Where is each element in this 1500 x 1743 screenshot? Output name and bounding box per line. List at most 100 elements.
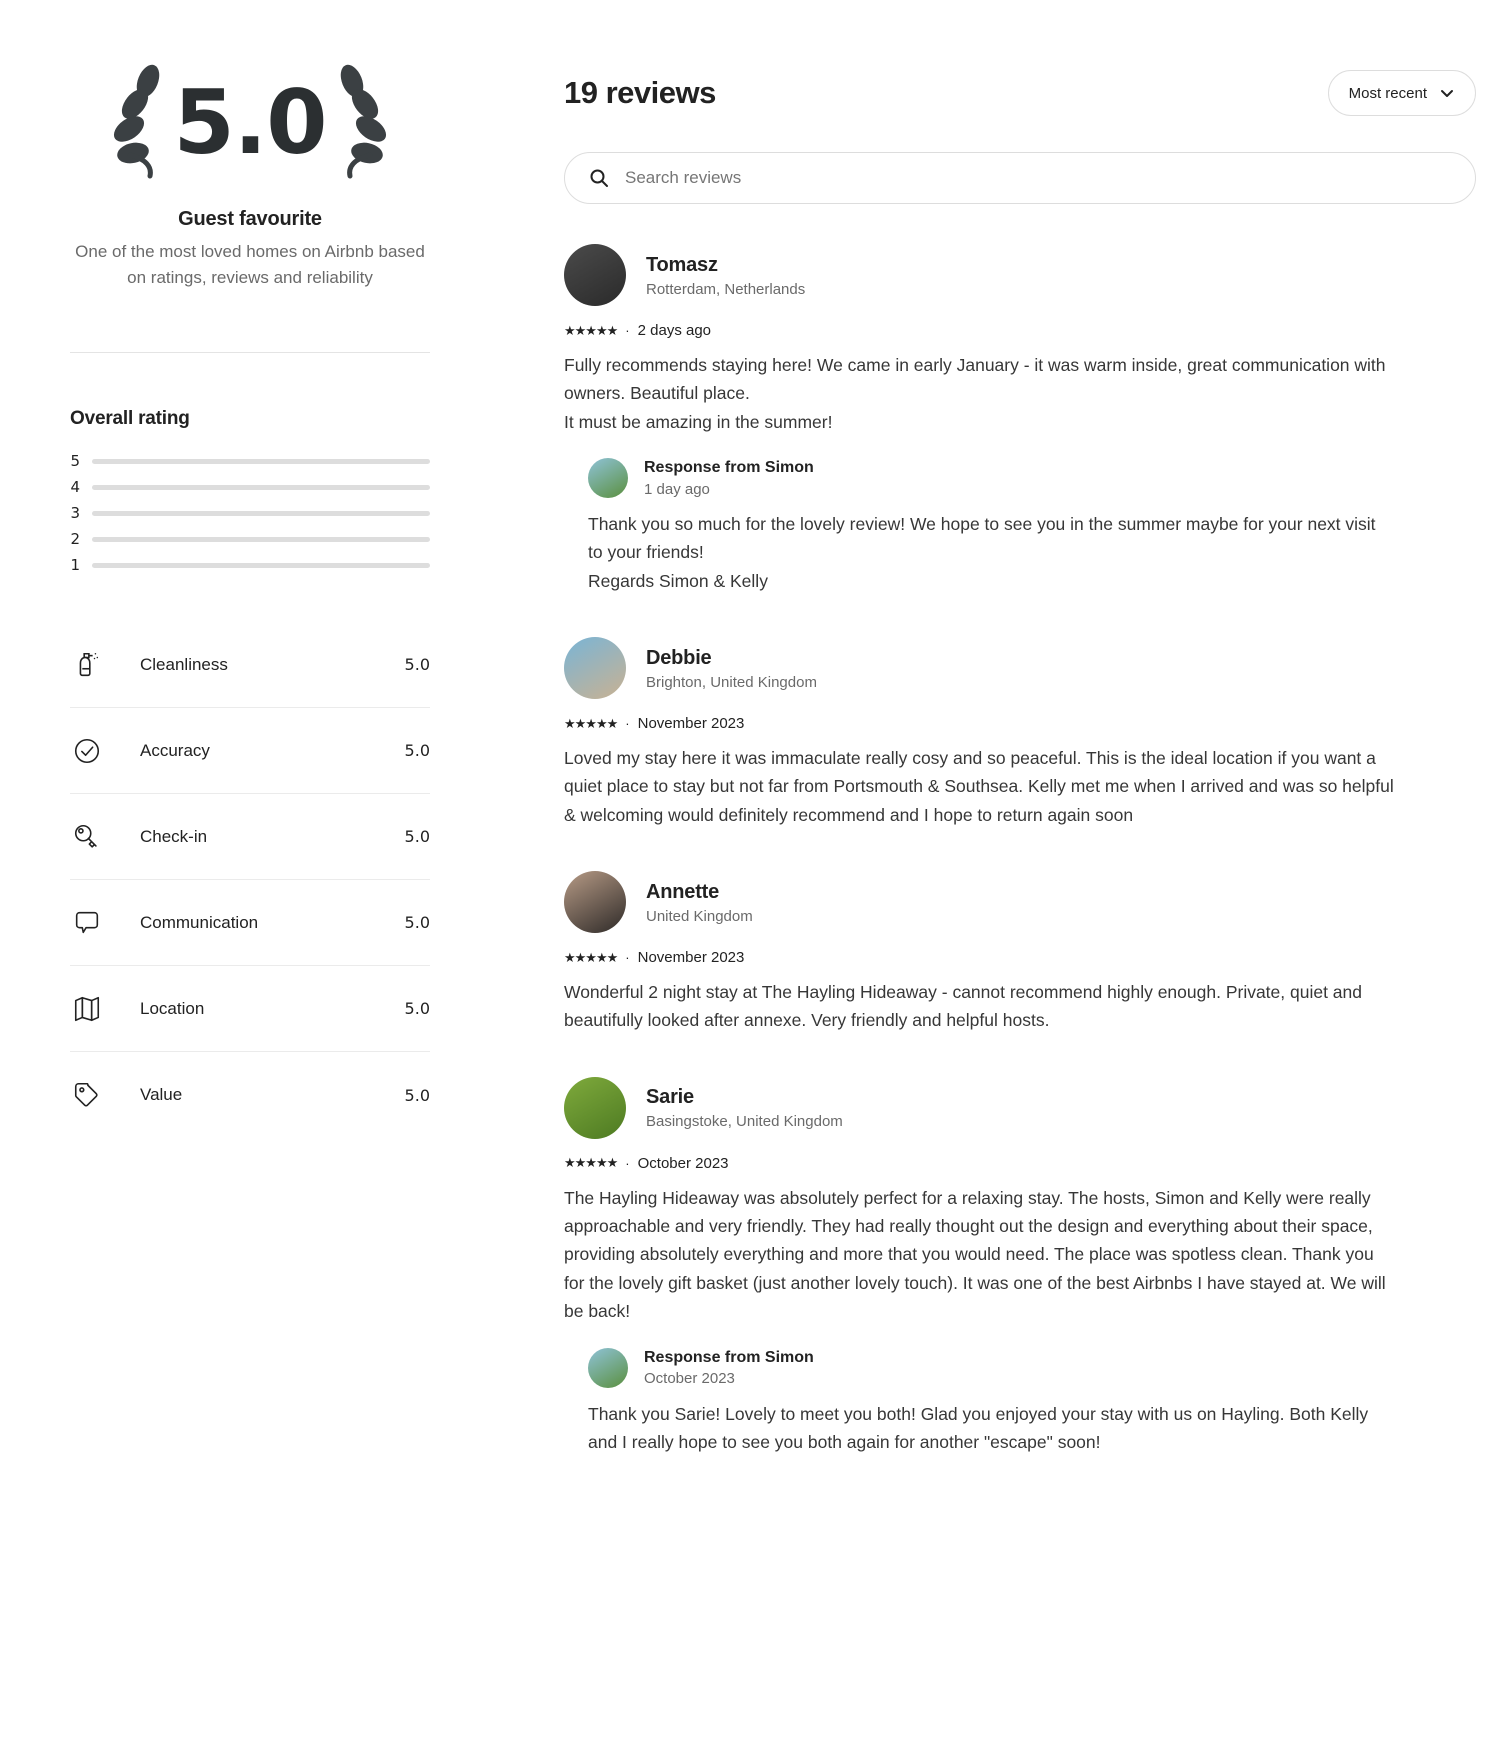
host-response-text: Thank you so much for the lovely review!… <box>588 514 1376 591</box>
reviews-panel: 19 reviews Most recent Tomasz Rotterdam,… <box>500 0 1500 1743</box>
category-value: 5.0 <box>404 827 430 846</box>
rating-bar-row: 3 <box>70 504 430 522</box>
search-input[interactable] <box>625 168 1451 188</box>
spray-bottle-icon <box>70 648 104 682</box>
score-row: 5.0 <box>70 55 430 190</box>
rating-bar-track <box>92 536 430 542</box>
rating-bar-row: 5 <box>70 452 430 470</box>
reviewer-location: United Kingdom <box>646 907 753 925</box>
meta-separator: · <box>625 716 630 732</box>
category-label: Check-in <box>140 826 208 846</box>
rating-bar-row: 4 <box>70 478 430 496</box>
star-rating-icon: ★★★★★ <box>564 949 618 965</box>
check-circle-icon <box>70 734 104 768</box>
guest-favourite-subtitle: One of the most loved homes on Airbnb ba… <box>75 242 425 287</box>
category-label: Accuracy <box>140 740 210 760</box>
category-row-location: Location 5.0 <box>70 966 430 1052</box>
sort-dropdown-label: Most recent <box>1348 84 1427 102</box>
rating-bar-track <box>92 510 430 516</box>
category-label: Value <box>140 1085 183 1104</box>
host-avatar[interactable] <box>588 458 628 499</box>
review-text: The Hayling Hideaway was absolutely perf… <box>564 1187 1386 1322</box>
review-date: November 2023 <box>637 949 745 967</box>
review-text: Loved my stay here it was immaculate rea… <box>564 748 1394 825</box>
review-author-header: Annette United Kingdom <box>564 871 1476 934</box>
category-ratings-list: Cleanliness 5.0 Accuracy 5.0 Check-in 5.… <box>70 622 430 1138</box>
review-text: Fully recommends staying here! We came i… <box>564 355 1386 432</box>
avatar[interactable] <box>564 637 626 700</box>
reviews-count-title: 19 reviews <box>564 75 716 110</box>
host-response: Response from Simon October 2023 Thank y… <box>588 1347 1476 1457</box>
category-value: 5.0 <box>404 913 430 932</box>
review-meta: ★★★★★ · November 2023 <box>564 949 1476 966</box>
category-row-cleanliness: Cleanliness 5.0 <box>70 622 430 708</box>
category-value: 5.0 <box>404 655 430 674</box>
host-response: Response from Simon 1 day ago Thank you … <box>588 458 1476 595</box>
review-meta: ★★★★★ · 2 days ago <box>564 322 1476 339</box>
reviewer-name: Tomasz <box>646 253 718 276</box>
price-tag-icon <box>70 1078 104 1112</box>
category-row-accuracy: Accuracy 5.0 <box>70 708 430 794</box>
map-icon <box>70 992 104 1026</box>
avatar[interactable] <box>564 871 626 934</box>
rating-score: 5.0 <box>173 70 328 174</box>
category-value: 5.0 <box>404 1085 430 1105</box>
reviewer-name: Debbie <box>646 646 712 669</box>
host-avatar[interactable] <box>588 1347 628 1388</box>
review-meta: ★★★★★ · November 2023 <box>564 715 1476 732</box>
category-value: 5.0 <box>404 741 430 760</box>
review-item: Annette United Kingdom ★★★★★ · November … <box>564 871 1476 1035</box>
rating-bar-label: 1 <box>70 556 80 574</box>
reviewer-location: Rotterdam, Netherlands <box>646 280 806 298</box>
reviewer-name: Annette <box>646 880 720 903</box>
rating-bar-track <box>92 562 430 568</box>
review-date: October 2023 <box>637 1154 729 1172</box>
reviewer-location: Brighton, United Kingdom <box>646 673 817 691</box>
category-label: Cleanliness <box>140 654 228 674</box>
search-reviews-bar[interactable] <box>564 152 1476 204</box>
guest-favourite-title: Guest favourite <box>178 208 322 230</box>
meta-separator: · <box>625 323 630 338</box>
category-row-value: Value 5.0 <box>70 1052 430 1138</box>
avatar[interactable] <box>564 1076 626 1139</box>
host-response-date: 1 day ago <box>644 480 710 498</box>
reviewer-name: Sarie <box>646 1086 694 1109</box>
category-label: Location <box>140 998 205 1018</box>
category-label: Communication <box>140 912 259 932</box>
review-date: November 2023 <box>637 715 745 733</box>
rating-bar-track <box>92 484 430 490</box>
host-response-title: Response from Simon <box>644 1348 814 1366</box>
rating-distribution: 5 4 3 2 1 <box>70 452 430 574</box>
review-item: Debbie Brighton, United Kingdom ★★★★★ · … <box>564 637 1476 829</box>
reviewer-location: Basingstoke, United Kingdom <box>646 1113 843 1131</box>
laurel-right-icon <box>341 64 387 178</box>
review-meta: ★★★★★ · October 2023 <box>564 1155 1476 1172</box>
sort-dropdown-button[interactable]: Most recent <box>1327 70 1476 116</box>
review-text: Wonderful 2 night stay at The Hayling Hi… <box>564 982 1363 1031</box>
category-row-checkin: Check-in 5.0 <box>70 794 430 880</box>
avatar[interactable] <box>564 244 626 306</box>
host-response-header: Response from Simon 1 day ago <box>588 458 1476 499</box>
reviews-page: 5.0 Guest favourite One of the most love… <box>0 0 1500 1743</box>
review-author-header: Tomasz Rotterdam, Netherlands <box>564 244 1476 306</box>
review-author-header: Sarie Basingstoke, United Kingdom <box>564 1076 1476 1139</box>
meta-separator: · <box>625 1155 630 1171</box>
reviews-list: Tomasz Rotterdam, Netherlands ★★★★★ · 2 … <box>564 244 1476 1456</box>
star-rating-icon: ★★★★★ <box>564 1155 618 1171</box>
guest-favourite-badge: 5.0 Guest favourite One of the most love… <box>70 55 430 290</box>
review-item: Sarie Basingstoke, United Kingdom ★★★★★ … <box>564 1076 1476 1457</box>
rating-bar-row: 2 <box>70 530 430 548</box>
host-response-title: Response from Simon <box>644 459 814 477</box>
rating-bar-row: 1 <box>70 556 430 574</box>
rating-bar-label: 4 <box>70 478 80 496</box>
laurel-left-icon <box>113 64 159 178</box>
key-icon <box>70 820 104 854</box>
overall-rating-heading: Overall rating <box>70 408 190 429</box>
meta-separator: · <box>625 950 630 966</box>
rating-bar-track <box>92 458 430 464</box>
review-item: Tomasz Rotterdam, Netherlands ★★★★★ · 2 … <box>564 244 1476 595</box>
reviews-header: 19 reviews Most recent <box>564 70 1476 116</box>
category-value: 5.0 <box>404 999 430 1018</box>
chevron-down-icon <box>1441 90 1453 97</box>
rating-bar-label: 2 <box>70 530 80 548</box>
